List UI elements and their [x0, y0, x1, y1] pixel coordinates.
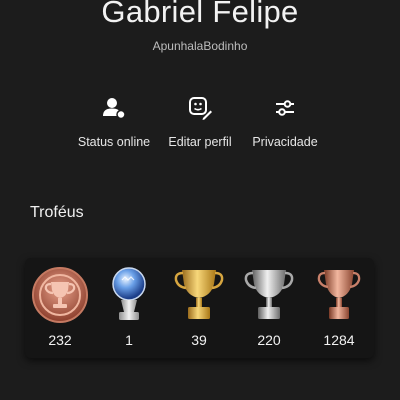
online-id: ApunhalaBodinho: [152, 39, 248, 53]
trophy-level: 232: [25, 266, 95, 354]
trophy-level-value: 232: [48, 332, 72, 348]
edit-profile-icon: [187, 95, 213, 121]
profile-screen: Gabriel Felipe ApunhalaBodinho Status on…: [0, 0, 400, 400]
gold-count: 39: [191, 332, 207, 348]
silver-trophy: 220: [234, 266, 304, 354]
trophy-summary-card[interactable]: 232 1 39 220 1284: [25, 258, 374, 358]
silver-count: 220: [257, 332, 281, 348]
profile-name: Gabriel Felipe: [101, 0, 299, 29]
bronze-trophy: 1284: [304, 266, 374, 354]
gold-trophy-icon: [174, 270, 224, 319]
platinum-trophy-icon: [112, 267, 146, 320]
trophies-title: Troféus: [30, 204, 84, 221]
gold-trophy: 39: [164, 266, 234, 354]
profile-actions: Status online Editar perfil Privacidade: [0, 95, 400, 157]
privacy-label: Privacidade: [252, 135, 318, 149]
bronze-trophy-icon: [317, 270, 361, 319]
status-online-label: Status online: [77, 135, 151, 149]
user-status-icon: [101, 95, 127, 121]
platinum-trophy: 1: [94, 266, 164, 354]
privacy-button[interactable]: Privacidade: [235, 95, 335, 157]
platinum-count: 1: [125, 332, 133, 348]
silver-trophy-icon: [244, 270, 294, 319]
status-online-button[interactable]: Status online: [64, 95, 164, 157]
trophy-level-badge-icon: [32, 267, 88, 323]
bronze-count: 1284: [323, 332, 355, 348]
privacy-sliders-icon: [272, 95, 298, 121]
